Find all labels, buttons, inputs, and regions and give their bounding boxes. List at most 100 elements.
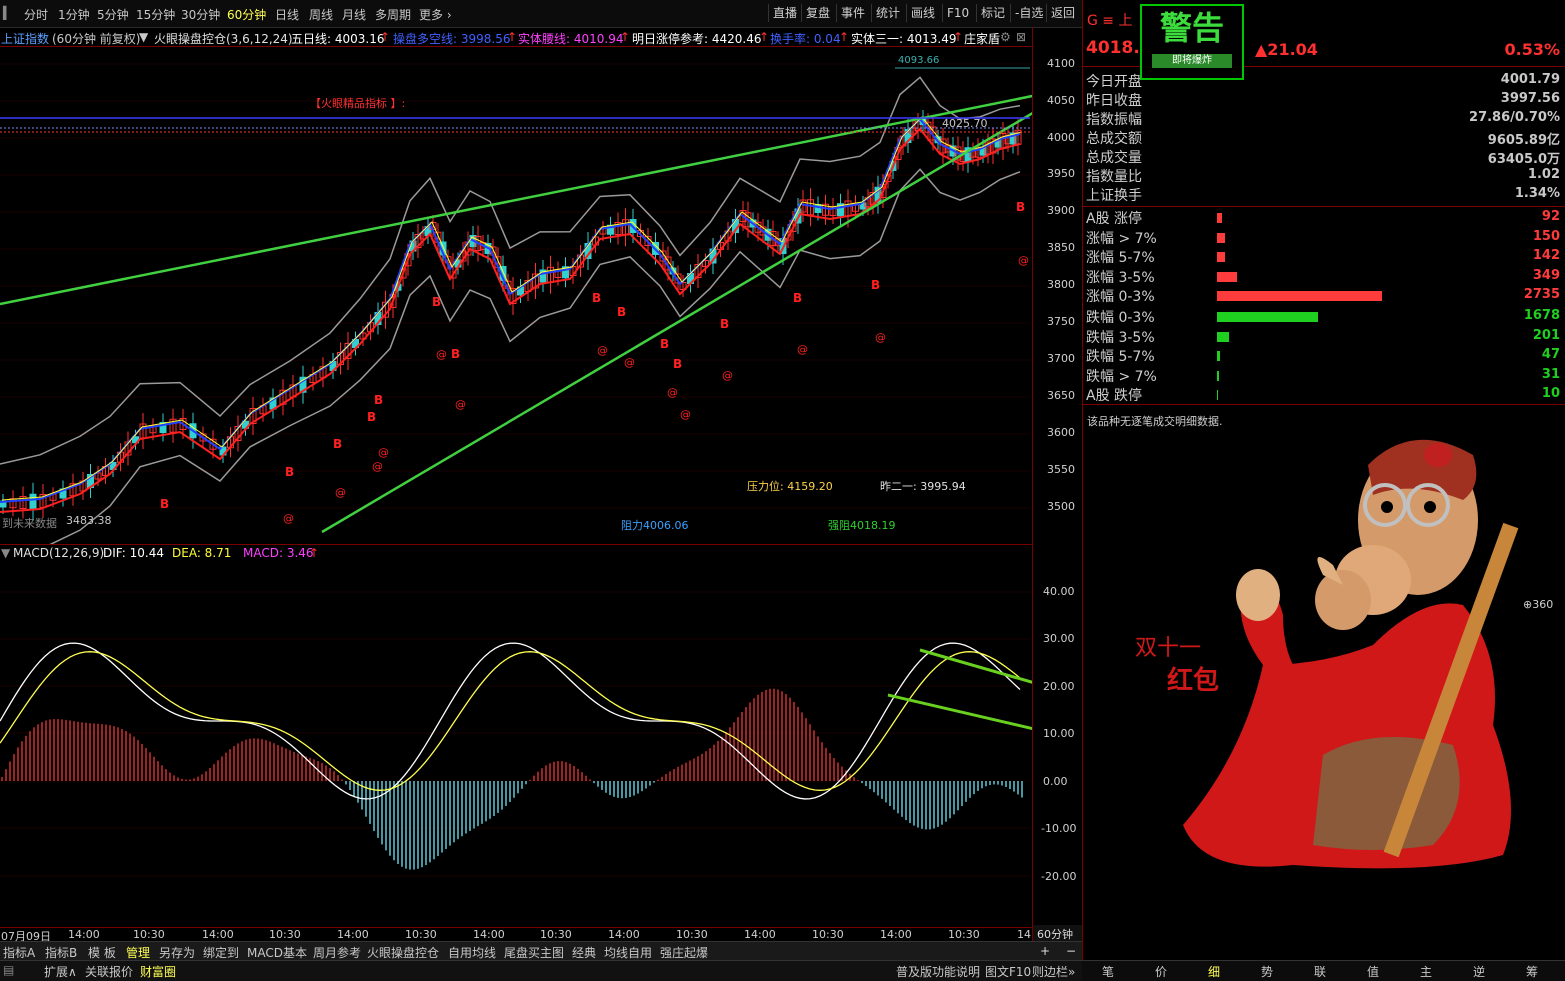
warning-title: 警告 xyxy=(1159,9,1224,47)
price-tick: 3850 xyxy=(1047,241,1075,254)
tab-macd-basic[interactable]: MACD基本 xyxy=(247,944,307,961)
sidebar-toggle[interactable]: 则边栏» xyxy=(1032,963,1075,980)
draw-button[interactable]: 画线 xyxy=(906,4,939,22)
up-arrow-icon: ↑ xyxy=(380,30,391,44)
tab-indicator-a[interactable]: 指标A xyxy=(3,944,35,961)
tab-trades[interactable]: 笔 xyxy=(1102,963,1114,980)
indicator-name[interactable]: 火眼操盘控仓(3,6,12,24) xyxy=(154,30,293,47)
tab-detail[interactable]: 细 xyxy=(1208,963,1220,980)
tab-weekly-ref[interactable]: 周月参考 xyxy=(313,944,361,961)
period-label: 60分钟 xyxy=(1037,928,1073,941)
price-tick: 4050 xyxy=(1047,94,1075,107)
dropdown-icon[interactable]: ▼ xyxy=(139,30,148,44)
tab-fire-eye[interactable]: 火眼操盘控仓 xyxy=(367,944,439,961)
period-tab-30min[interactable]: 30分钟 xyxy=(181,6,220,23)
tab-own-ma[interactable]: 自用均线 xyxy=(448,944,496,961)
tab-chips[interactable]: 筹 xyxy=(1526,963,1538,980)
watchlist-button[interactable]: -自选 xyxy=(1010,4,1047,22)
buy-signal-b: B xyxy=(285,465,294,479)
badge-360[interactable]: ⊕360 xyxy=(1523,598,1553,611)
period-tab-week[interactable]: 周线 xyxy=(309,6,333,23)
tab-manage[interactable]: 管理 xyxy=(126,944,150,961)
tab-trend[interactable]: 势 xyxy=(1261,963,1273,980)
period-tab-multi[interactable]: 多周期 xyxy=(375,6,411,23)
tab-value[interactable]: 值 xyxy=(1367,963,1379,980)
panel-icon[interactable]: ▤ xyxy=(3,963,14,977)
close-icon[interactable]: ⊠ xyxy=(1016,30,1026,44)
related-quotes-button[interactable]: 关联报价 xyxy=(85,963,133,980)
macd-label[interactable]: MACD(12,26,9) xyxy=(13,546,104,560)
tab-strong-start[interactable]: 强庄起爆 xyxy=(660,944,708,961)
period-tab-more[interactable]: 更多 › xyxy=(419,6,452,23)
tab-bind-to[interactable]: 绑定到 xyxy=(203,944,239,961)
tab-ma-own[interactable]: 均线自用 xyxy=(604,944,652,961)
stat-value: 4001.79 xyxy=(1500,72,1560,87)
breadth-value: 1678 xyxy=(1523,308,1560,323)
price-tick: 4000 xyxy=(1047,131,1075,144)
expand-button[interactable]: 扩展∧ xyxy=(44,963,77,980)
tab-indicator-b[interactable]: 指标B xyxy=(45,944,77,961)
breadth-bar xyxy=(1217,232,1226,243)
tab-price[interactable]: 价 xyxy=(1155,963,1167,980)
menu-icon[interactable]: ▍ xyxy=(3,6,12,20)
breadth-value: 47 xyxy=(1541,347,1560,362)
stat-label: 指数振幅 xyxy=(1086,112,1142,128)
remove-icon[interactable]: − xyxy=(1066,944,1076,958)
period-tab-5min[interactable]: 5分钟 xyxy=(97,6,129,23)
macd-info-bar: ▼ MACD(12,26,9) DIF: 10.44 DEA: 8.71 MAC… xyxy=(0,545,1032,562)
time-label: 14:00 xyxy=(68,928,100,941)
buy-signal-b: B xyxy=(720,317,729,331)
stats-button[interactable]: 统计 xyxy=(871,4,904,22)
stat-value: 27.86/0.70% xyxy=(1469,110,1560,125)
tab-tail-buy[interactable]: 尾盘买主图 xyxy=(504,944,564,961)
current-price: 4018. xyxy=(1086,38,1140,58)
live-button[interactable]: 直播 xyxy=(768,4,801,22)
time-label: 14:00 xyxy=(608,928,640,941)
add-icon[interactable]: + xyxy=(1040,944,1050,958)
tab-linked[interactable]: 联 xyxy=(1314,963,1326,980)
tab-reverse[interactable]: 逆 xyxy=(1473,963,1485,980)
stat-value: 1.34% xyxy=(1514,186,1560,201)
breadth-bar xyxy=(1217,252,1226,262)
mark-button[interactable]: 标记 xyxy=(976,4,1009,22)
settings-icon[interactable]: ⚙ xyxy=(1000,30,1011,44)
period-tab-fenshi[interactable]: 分时 xyxy=(24,6,48,23)
tab-template[interactable]: 模 板 xyxy=(88,944,116,961)
macd-chart[interactable] xyxy=(0,562,1032,925)
ma5-label: 五日线: 4003.16 xyxy=(291,32,385,46)
signal-at: @ xyxy=(1018,254,1029,267)
period-tab-15min[interactable]: 15分钟 xyxy=(136,6,175,23)
help-link[interactable]: 普及版功能说明 xyxy=(896,963,980,980)
period-tab-day[interactable]: 日线 xyxy=(275,6,299,23)
plus-circle-icon: ⊕ xyxy=(1523,598,1533,611)
ma-blue xyxy=(0,117,1021,503)
back-button[interactable]: 返回 xyxy=(1046,4,1079,22)
dropdown-icon[interactable]: ▼ xyxy=(1,546,10,560)
event-button[interactable]: 事件 xyxy=(836,4,869,22)
breadth-bar xyxy=(1217,213,1222,223)
breadth-value: 349 xyxy=(1532,267,1560,283)
price-tick: 3800 xyxy=(1047,278,1075,291)
time-label: 10:30 xyxy=(948,928,980,941)
tab-main[interactable]: 主 xyxy=(1420,963,1432,980)
tab-classic[interactable]: 经典 xyxy=(572,944,596,961)
replay-button[interactable]: 复盘 xyxy=(801,4,834,22)
period-tab-1min[interactable]: 1分钟 xyxy=(58,6,90,23)
bull-bear-label: 操盘多空线: 3998.56 xyxy=(393,32,511,46)
period-tab-month[interactable]: 月线 xyxy=(342,6,366,23)
stat-label: 指数量比 xyxy=(1086,169,1142,185)
limit-ref-label: 明日涨停参考: 4420.46 xyxy=(632,32,762,46)
f10-button[interactable]: F10 xyxy=(942,4,973,22)
warning-badge[interactable]: 警告 即将爆炸 xyxy=(1140,4,1244,80)
buy-signal-b: B xyxy=(617,305,626,319)
period-tab-60min[interactable]: 60分钟 xyxy=(227,6,266,23)
breadth-value: 92 xyxy=(1541,209,1560,224)
wealth-circle-button[interactable]: 财富圈 xyxy=(140,963,176,980)
price-chart[interactable]: BBBBBBBBBBBBBBB@@@@@@ @@@@@@@@ 4093.66 40… xyxy=(0,46,1032,544)
f10-link[interactable]: 图文F10 xyxy=(985,963,1031,980)
signal-at: @ xyxy=(624,356,635,369)
signal-at: @ xyxy=(722,369,733,382)
bottom-toolbar: ▤ 扩展∧ 关联报价 财富圈 普及版功能说明 图文F10 则边栏» xyxy=(0,960,1082,981)
tab-save-as[interactable]: 另存为 xyxy=(159,944,195,961)
bollinger-bands xyxy=(0,76,1021,544)
